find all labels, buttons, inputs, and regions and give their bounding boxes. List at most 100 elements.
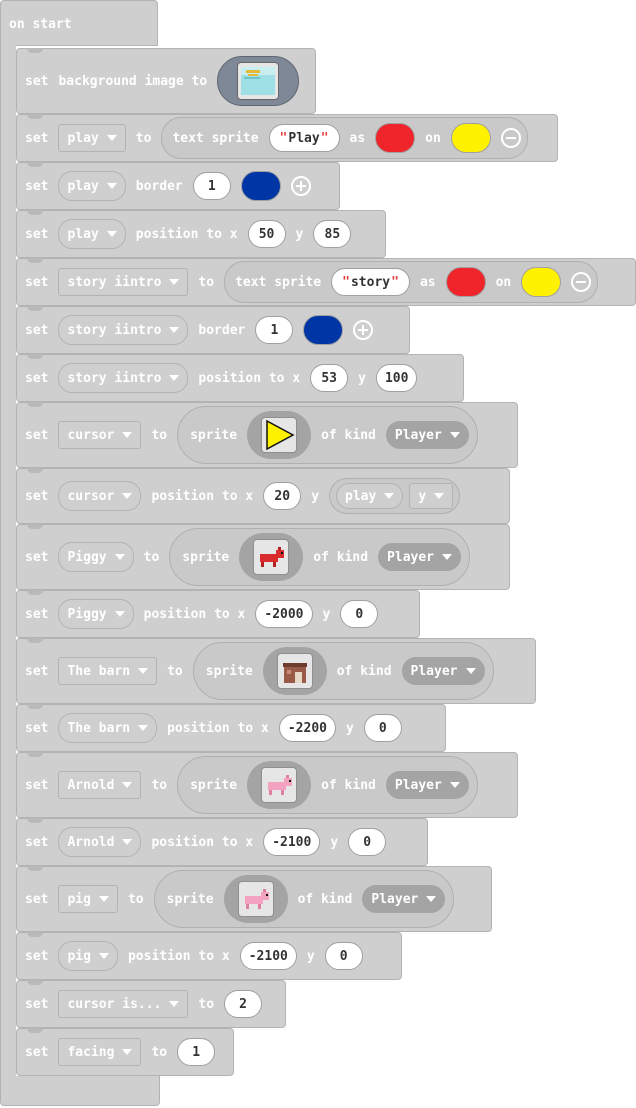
y-input[interactable]: 0 — [363, 714, 402, 742]
y-input[interactable]: 0 — [340, 600, 379, 628]
chevron-down-icon — [169, 375, 180, 381]
border-color-blue-swatch[interactable] — [240, 171, 281, 201]
kind-dropdown[interactable]: Player — [385, 421, 469, 449]
x-input[interactable]: -2000 — [255, 600, 313, 628]
add-parameter-plus-icon[interactable] — [353, 320, 374, 340]
background-image-icon — [237, 62, 280, 100]
sprite-dropdown-play[interactable]: play — [336, 483, 404, 509]
x-input[interactable]: 53 — [310, 364, 349, 392]
set-barn-position-block[interactable]: set The barn position to x -2200 y 0 — [16, 704, 446, 752]
set-story-position-block[interactable]: set story iintro position to x 53 y 100 — [16, 354, 464, 402]
background-image-picker[interactable] — [217, 56, 300, 106]
sprite-image-picker[interactable] — [247, 761, 312, 809]
set-arnold-position-block[interactable]: set Arnold position to x -2100 y 0 — [16, 818, 428, 866]
variable-dropdown-pig[interactable]: pig — [58, 885, 118, 913]
text-input-play[interactable]: " Play " — [268, 124, 340, 152]
set-play-position-block[interactable]: set play position to x 50 y 85 — [16, 210, 386, 258]
variable-dropdown-play[interactable]: play — [58, 219, 126, 249]
variable-dropdown-cursor[interactable]: cursor — [58, 421, 142, 449]
sprite-property-reporter[interactable]: play y — [329, 478, 461, 514]
sprite-reporter[interactable]: sprite of kind Player — [153, 870, 455, 928]
set-piggy-sprite-block[interactable]: set Piggy to sprite of kind Player — [16, 524, 510, 590]
kind-name: Player — [371, 891, 419, 907]
background-color-yellow-swatch[interactable] — [450, 123, 491, 153]
set-piggy-position-block[interactable]: set Piggy position to x -2000 y 0 — [16, 590, 420, 638]
variable-dropdown-pig[interactable]: pig — [58, 941, 118, 971]
text-input-story[interactable]: " story " — [331, 268, 410, 296]
sprite-image-picker[interactable] — [262, 647, 327, 695]
set-keyword: set — [25, 274, 49, 290]
on-start-hat-block[interactable]: on start — [0, 0, 158, 46]
foreground-color-red-swatch[interactable] — [445, 267, 486, 297]
variable-dropdown-arnold[interactable]: Arnold — [58, 771, 142, 799]
set-background-image-block[interactable]: set background image to — [16, 48, 316, 114]
sprite-image-picker[interactable] — [247, 411, 312, 459]
x-input[interactable]: 50 — [247, 220, 286, 248]
variable-dropdown-cursor-is[interactable]: cursor is... — [58, 990, 189, 1018]
variable-dropdown-story-iintro[interactable]: story iintro — [58, 268, 189, 296]
set-cursor-is-block[interactable]: set cursor is... to 2 — [16, 980, 286, 1028]
x-input[interactable]: -2100 — [263, 828, 321, 856]
variable-dropdown-cursor[interactable]: cursor — [58, 481, 142, 511]
set-pig-sprite-block[interactable]: set pig to sprite of kind Player — [16, 866, 492, 932]
pink-pig-icon — [261, 767, 298, 803]
y-input[interactable]: 0 — [348, 828, 387, 856]
variable-dropdown-facing[interactable]: facing — [58, 1038, 142, 1066]
sprite-reporter[interactable]: sprite of kind Player — [177, 756, 478, 814]
of-kind-label: of kind — [313, 549, 369, 565]
set-story-text-sprite-block[interactable]: set story iintro to text sprite " story " … — [16, 258, 636, 306]
remove-parameter-minus-icon[interactable] — [571, 272, 592, 292]
foreground-color-red-swatch[interactable] — [375, 123, 416, 153]
x-input[interactable]: -2200 — [278, 714, 336, 742]
remove-parameter-minus-icon[interactable] — [500, 128, 521, 148]
text-sprite-reporter[interactable]: text sprite " Play " as on — [161, 117, 528, 159]
set-story-border-block[interactable]: set story iintro border 1 — [16, 306, 410, 354]
sprite-reporter[interactable]: sprite of kind Player — [192, 642, 494, 700]
on-label: on — [425, 130, 441, 146]
variable-name: facing — [67, 1044, 115, 1060]
set-cursor-sprite-block[interactable]: set cursor to sprite of kind Player — [16, 402, 518, 468]
kind-dropdown[interactable]: Player — [401, 657, 485, 685]
kind-dropdown[interactable]: Player — [378, 543, 462, 571]
set-play-text-sprite-block[interactable]: set play to text sprite " Play " as on — [16, 114, 558, 162]
add-parameter-plus-icon[interactable] — [290, 176, 311, 196]
variable-dropdown-the-barn[interactable]: The barn — [58, 657, 158, 685]
text-sprite-reporter[interactable]: text sprite " story " as on — [224, 261, 599, 303]
set-pig-position-block[interactable]: set pig position to x -2100 y 0 — [16, 932, 402, 980]
y-input[interactable]: 0 — [324, 942, 363, 970]
variable-name: cursor — [67, 427, 115, 443]
set-arnold-sprite-block[interactable]: set Arnold to sprite of kind Player — [16, 752, 518, 818]
sprite-reporter[interactable]: sprite of kind Player — [177, 406, 478, 464]
variable-dropdown-piggy[interactable]: Piggy — [58, 542, 134, 572]
variable-dropdown-story-iintro[interactable]: story iintro — [58, 315, 189, 345]
border-width-input[interactable]: 1 — [192, 172, 231, 200]
border-width-input[interactable]: 1 — [255, 316, 294, 344]
y-input[interactable]: 85 — [313, 220, 352, 248]
kind-name: Player — [387, 549, 435, 565]
set-facing-block[interactable]: set facing to 1 — [16, 1028, 234, 1076]
variable-dropdown-play[interactable]: play — [58, 124, 126, 152]
value-input[interactable]: 2 — [224, 990, 263, 1018]
background-color-yellow-swatch[interactable] — [521, 267, 562, 297]
variable-dropdown-story-iintro[interactable]: story iintro — [58, 363, 189, 393]
set-cursor-position-block[interactable]: set cursor position to x 20 y play y — [16, 468, 510, 524]
set-barn-sprite-block[interactable]: set The barn to sprite of kind Player — [16, 638, 536, 704]
on-start-footer — [0, 1076, 160, 1106]
variable-dropdown-piggy[interactable]: Piggy — [58, 599, 134, 629]
y-input[interactable]: 100 — [375, 364, 418, 392]
property-dropdown-y[interactable]: y — [409, 483, 454, 509]
set-play-border-block[interactable]: set play border 1 — [16, 162, 340, 210]
border-color-blue-swatch[interactable] — [303, 315, 344, 345]
kind-dropdown[interactable]: Player — [362, 885, 446, 913]
sprite-reporter[interactable]: sprite of kind Player — [169, 528, 471, 586]
kind-dropdown[interactable]: Player — [385, 771, 469, 799]
chevron-down-icon — [169, 1001, 180, 1007]
sprite-image-picker[interactable] — [223, 875, 288, 923]
x-input[interactable]: 20 — [263, 482, 302, 510]
variable-dropdown-play[interactable]: play — [58, 171, 126, 201]
variable-dropdown-arnold[interactable]: Arnold — [58, 827, 142, 857]
value-input[interactable]: 1 — [177, 1038, 216, 1066]
variable-dropdown-the-barn[interactable]: The barn — [58, 713, 158, 743]
x-input[interactable]: -2100 — [239, 942, 297, 970]
sprite-image-picker[interactable] — [239, 533, 304, 581]
